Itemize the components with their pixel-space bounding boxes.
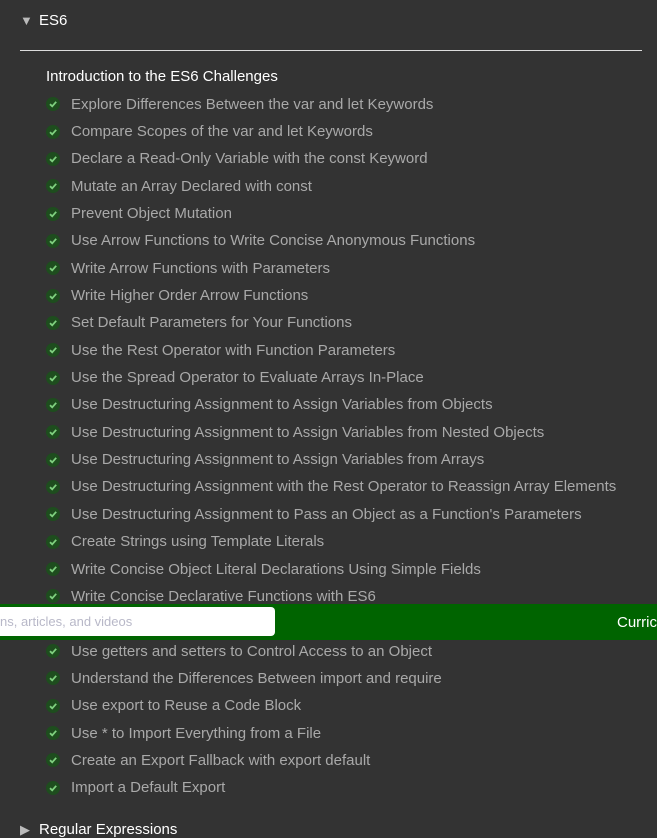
challenge-item[interactable]: Use the Rest Operator with Function Para… xyxy=(46,337,616,364)
challenge-label: Use the Spread Operator to Evaluate Arra… xyxy=(71,369,424,387)
challenge-item[interactable]: Prevent Object Mutation xyxy=(46,200,616,227)
check-icon xyxy=(46,698,60,713)
check-icon xyxy=(46,589,60,604)
curriculum-link[interactable]: Curric xyxy=(617,614,657,631)
challenge-item[interactable]: Use Destructuring Assignment to Pass an … xyxy=(46,501,616,528)
challenge-label: Use * to Import Everything from a File xyxy=(71,724,322,742)
challenge-item[interactable]: Set Default Parameters for Your Function… xyxy=(46,309,616,336)
check-icon xyxy=(46,507,60,522)
challenge-item[interactable]: Explore Differences Between the var and … xyxy=(46,91,616,118)
check-icon xyxy=(46,479,60,494)
challenge-item[interactable]: Use Destructuring Assignment to Assign V… xyxy=(46,419,616,446)
challenge-label: Mutate an Array Declared with const xyxy=(71,177,312,195)
check-icon xyxy=(46,671,60,686)
challenge-label: Declare a Read-Only Variable with the co… xyxy=(71,150,428,168)
check-icon xyxy=(46,315,60,330)
section-title: ES6 xyxy=(39,12,68,29)
check-icon xyxy=(46,534,60,549)
challenge-item[interactable]: Declare a Read-Only Variable with the co… xyxy=(46,145,616,172)
challenge-item[interactable]: Write Arrow Functions with Parameters xyxy=(46,255,616,282)
check-icon xyxy=(46,151,60,166)
check-icon xyxy=(46,425,60,440)
challenge-item[interactable]: Use getters and setters to Control Acces… xyxy=(46,637,616,664)
check-icon xyxy=(46,179,60,194)
challenge-label: Create Strings using Template Literals xyxy=(71,533,325,551)
challenge-label: Set Default Parameters for Your Function… xyxy=(71,314,352,332)
challenge-item[interactable]: Use Destructuring Assignment with the Re… xyxy=(46,473,616,500)
check-icon xyxy=(46,397,60,412)
challenge-label: Use Destructuring Assignment to Assign V… xyxy=(71,396,493,414)
challenge-item[interactable]: Create an Export Fallback with export de… xyxy=(46,747,616,774)
challenge-label: Use Destructuring Assignment with the Re… xyxy=(71,478,617,496)
check-icon xyxy=(46,780,60,795)
challenge-label: Compare Scopes of the var and let Keywor… xyxy=(71,123,373,141)
check-icon xyxy=(46,206,60,221)
navbar: ns, articles, and videos Curric xyxy=(0,604,657,640)
challenge-item[interactable]: Use the Spread Operator to Evaluate Arra… xyxy=(46,364,616,391)
check-icon xyxy=(46,644,60,659)
challenge-item[interactable]: Write Higher Order Arrow Functions xyxy=(46,282,616,309)
check-icon xyxy=(46,562,60,577)
challenge-label: Import a Default Export xyxy=(71,779,226,797)
search-input[interactable]: ns, articles, and videos xyxy=(0,607,275,636)
challenge-item[interactable]: Write Concise Object Literal Declaration… xyxy=(46,555,616,582)
challenge-label: Create an Export Fallback with export de… xyxy=(71,751,371,769)
challenge-item[interactable]: Create Strings using Template Literals xyxy=(46,528,616,555)
section-regex-toggle[interactable]: ▶ Regular Expressions xyxy=(20,821,177,838)
challenge-label: Use Destructuring Assignment to Assign V… xyxy=(71,451,485,469)
challenge-label: Use the Rest Operator with Function Para… xyxy=(71,341,396,359)
challenge-label: Write Concise Object Literal Declaration… xyxy=(71,560,481,578)
search-placeholder: ns, articles, and videos xyxy=(0,614,133,629)
intro-link[interactable]: Introduction to the ES6 Challenges xyxy=(46,68,278,85)
check-icon xyxy=(46,97,60,112)
challenge-label: Write Concise Declarative Functions with… xyxy=(71,587,376,605)
challenge-item[interactable]: Understand the Differences Between impor… xyxy=(46,665,616,692)
section-title: Regular Expressions xyxy=(39,821,178,838)
triangle-down-icon: ▼ xyxy=(20,13,33,28)
triangle-right-icon: ▶ xyxy=(20,821,30,837)
check-icon xyxy=(46,753,60,768)
challenge-label: Prevent Object Mutation xyxy=(71,205,232,223)
challenge-label: Write Arrow Functions with Parameters xyxy=(71,259,330,277)
challenge-label: Use export to Reuse a Code Block xyxy=(71,697,302,715)
challenge-item[interactable]: Use Arrow Functions to Write Concise Ano… xyxy=(46,227,616,254)
check-icon xyxy=(46,124,60,139)
divider xyxy=(20,50,642,51)
challenge-label: Use Destructuring Assignment to Assign V… xyxy=(71,423,545,441)
challenge-list: Explore Differences Between the var and … xyxy=(46,91,616,802)
challenge-item[interactable]: Use Destructuring Assignment to Assign V… xyxy=(46,391,616,418)
check-icon xyxy=(46,452,60,467)
check-icon xyxy=(46,288,60,303)
challenge-label: Explore Differences Between the var and … xyxy=(71,95,434,113)
check-icon xyxy=(46,370,60,385)
check-icon xyxy=(46,726,60,741)
section-es6-toggle[interactable]: ▼ ES6 xyxy=(20,12,67,29)
challenge-label: Use Destructuring Assignment to Pass an … xyxy=(71,505,582,523)
challenge-item[interactable]: Import a Default Export xyxy=(46,774,616,801)
challenge-label: Write Higher Order Arrow Functions xyxy=(71,287,309,305)
challenge-item[interactable]: Use export to Reuse a Code Block xyxy=(46,692,616,719)
challenge-label: Use getters and setters to Control Acces… xyxy=(71,642,433,660)
challenge-item[interactable]: Use * to Import Everything from a File xyxy=(46,719,616,746)
challenge-item[interactable]: Mutate an Array Declared with const xyxy=(46,173,616,200)
challenge-item[interactable]: Compare Scopes of the var and let Keywor… xyxy=(46,118,616,145)
challenge-label: Use Arrow Functions to Write Concise Ano… xyxy=(71,232,476,250)
challenge-item[interactable]: Use Destructuring Assignment to Assign V… xyxy=(46,446,616,473)
check-icon xyxy=(46,343,60,358)
challenge-label: Understand the Differences Between impor… xyxy=(71,669,442,687)
check-icon xyxy=(46,261,60,276)
check-icon xyxy=(46,233,60,248)
